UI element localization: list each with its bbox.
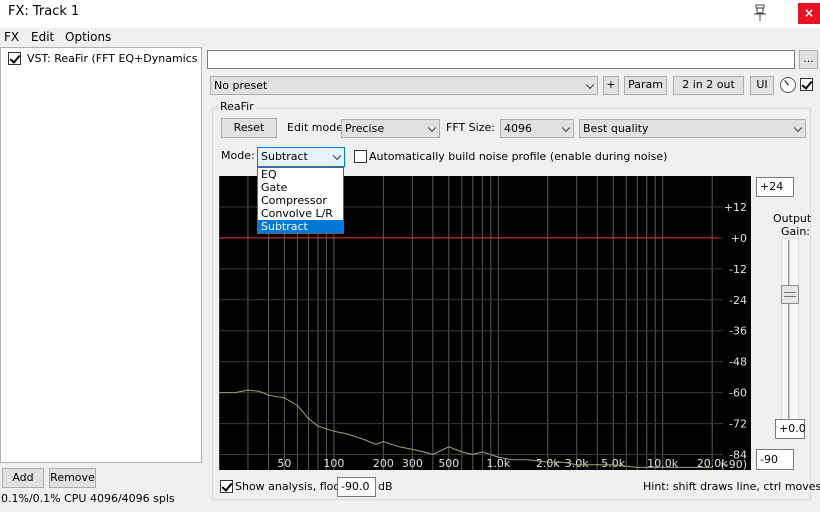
range-bottom-field[interactable]: -90 [756,449,794,470]
fft-size-select[interactable]: 4096 [500,119,574,138]
fx-enable-checkbox[interactable] [8,52,21,65]
mode-dropdown-list[interactable]: EQ Gate Compressor Convolve L/R Subtract [257,167,344,234]
output-gain-label-line2: Gain: [781,225,810,238]
cpu-status: 0.1%/0.1% CPU 4096/4096 spls [1,492,175,505]
y-tick-label: +0 [731,232,747,245]
add-preset-button[interactable]: + [603,76,619,95]
floor-unit-label: dB [378,480,393,493]
pin-icon[interactable] [753,4,767,22]
x-tick-label: 2.0k [536,457,560,470]
mode-option-subtract[interactable]: Subtract [258,220,343,233]
preset-value: No preset [214,79,268,92]
mode-option-convolve[interactable]: Convolve L/R [258,207,343,220]
fx-chain-list[interactable]: VST: ReaFir (FFT EQ+Dynamics ... [0,47,202,463]
y-tick-label: -24 [729,294,747,307]
fx-name-field[interactable] [207,50,795,69]
chevron-down-icon [585,80,595,89]
close-button[interactable]: × [798,3,820,24]
mode-option-eq[interactable]: EQ [258,168,343,181]
chevron-down-icon [332,151,342,161]
fx-list-item[interactable]: VST: ReaFir (FFT EQ+Dynamics ... [3,51,199,67]
title-bar: FX: Track 1 × [0,0,820,28]
io-button[interactable]: 2 in 2 out [673,76,744,95]
reset-button[interactable]: Reset [221,118,277,138]
x-tick-label: 300 [402,457,423,470]
output-gain-slider-thumb[interactable] [781,285,799,304]
y-tick-label: -72 [729,418,747,431]
menu-bar: FX Edit Options [0,28,200,46]
mode-select[interactable]: Subtract [257,147,345,167]
hint-text: Hint: shift draws line, ctrl moves all [643,480,820,493]
show-analysis-label: Show analysis, floor: [235,480,349,493]
bypass-checkbox[interactable] [800,78,813,91]
auto-noise-label: Automatically build noise profile (enabl… [369,150,668,163]
add-button[interactable]: Add [2,468,44,488]
output-gain-label-line1: Output [773,212,812,225]
quality-select[interactable]: Best quality [579,119,806,138]
y-tick-label: +12 [724,201,747,214]
x-tick-label: 200 [373,457,394,470]
x-tick-label: 5.0k [601,457,625,470]
x-tick-label: 50 [277,457,291,470]
edit-mode-value: Precise [345,122,385,135]
menu-options[interactable]: Options [65,30,111,44]
output-gain-slider-groove [781,238,799,422]
y-tick-label: -48 [729,356,747,369]
fft-size-value: 4096 [504,122,532,135]
edit-mode-select[interactable]: Precise [341,119,440,138]
mode-option-compressor[interactable]: Compressor [258,194,343,207]
range-top-field[interactable]: +24 [756,177,794,197]
show-analysis-checkbox[interactable] [220,480,233,493]
wet-knob[interactable] [780,77,796,93]
more-button[interactable]: ... [799,50,818,69]
mode-value: Subtract [261,150,308,163]
edit-mode-label: Edit mode: [287,121,347,134]
remove-button[interactable]: Remove [49,468,96,488]
x-tick-label: 20.0k [697,457,728,470]
y-tick-label: -12 [729,263,747,276]
ui-button[interactable]: UI [750,76,774,95]
chevron-down-icon [793,123,803,132]
mode-label: Mode: [221,149,255,162]
fx-item-label: VST: ReaFir (FFT EQ+Dynamics ... [27,52,199,65]
x-tick-label: 10.0k [647,457,678,470]
analysis-floor-field[interactable]: -90.0 [337,477,376,497]
output-gain-slider-track[interactable] [788,240,790,420]
chevron-down-icon [427,123,437,132]
menu-edit[interactable]: Edit [31,30,54,44]
x-tick-label: 100 [323,457,344,470]
y-tick-label: -60 [729,387,747,400]
reafir-group-label: ReaFir [218,100,256,114]
chevron-down-icon [561,123,571,132]
mode-option-gate[interactable]: Gate [258,181,343,194]
preset-select[interactable]: No preset [210,76,598,95]
y-tick-label: -36 [729,325,747,338]
param-button[interactable]: Param [624,76,667,95]
analysis-spectrum-line [219,389,713,468]
x-tick-label: 500 [438,457,459,470]
auto-noise-checkbox[interactable] [354,150,367,163]
fft-size-label: FFT Size: [446,121,495,134]
window-title: FX: Track 1 [8,4,80,19]
menu-fx[interactable]: FX [4,30,19,44]
quality-value: Best quality [583,122,649,135]
output-gain-field[interactable]: +0.0 [775,419,806,439]
